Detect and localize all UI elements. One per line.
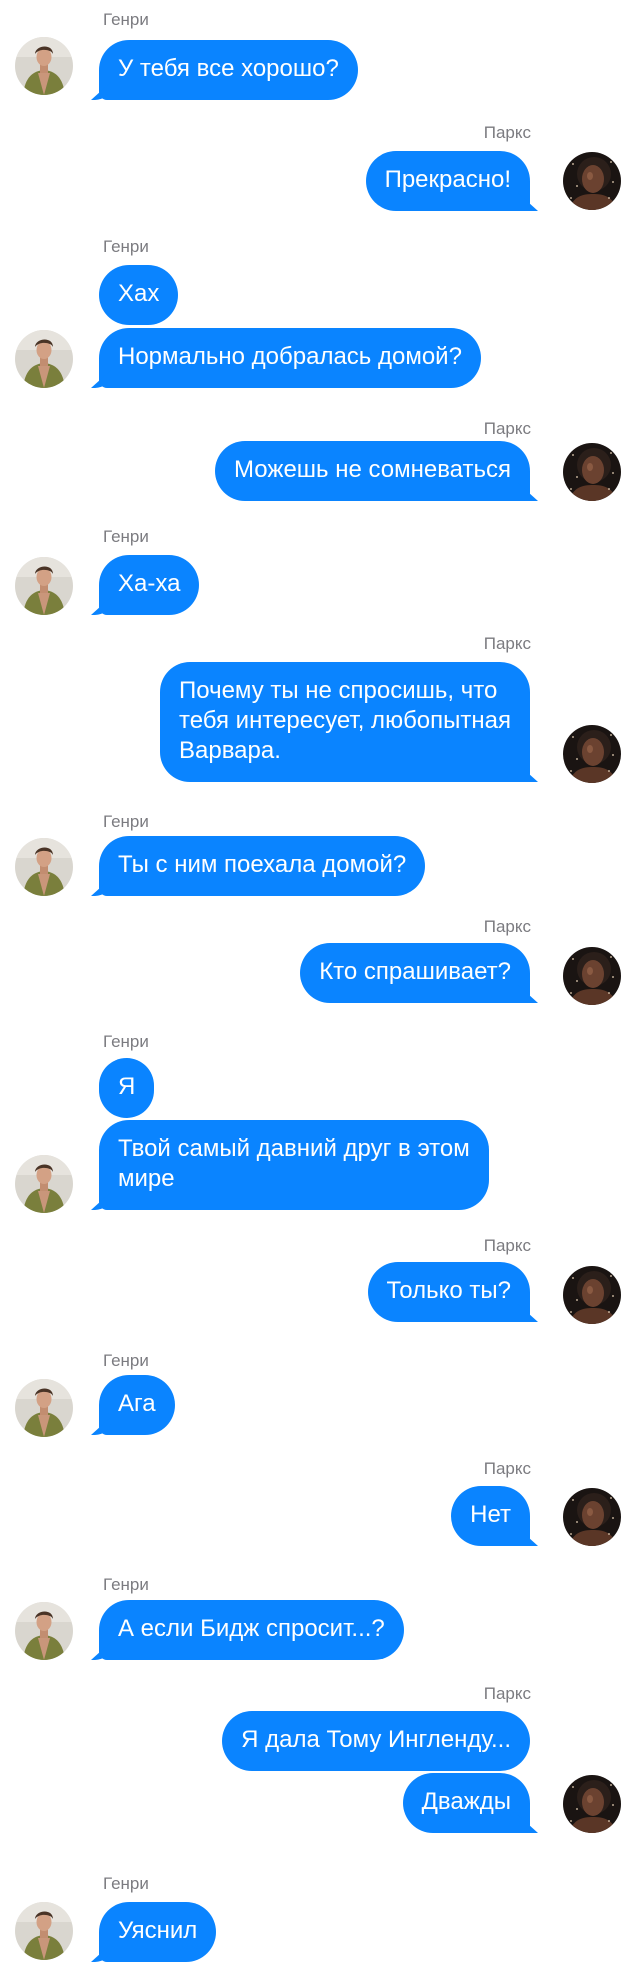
parks-avatar-icon[interactable]: [563, 1775, 621, 1833]
parks-avatar-icon[interactable]: [563, 443, 621, 501]
parks-avatar-icon[interactable]: [563, 725, 621, 783]
message-bubble[interactable]: У тебя все хорошо?: [99, 40, 358, 100]
message-bubble[interactable]: Твой самый давний друг в этом мире: [99, 1120, 489, 1210]
message-bubble[interactable]: Почему ты не спросишь, что тебя интересу…: [160, 662, 530, 782]
henry-avatar-icon[interactable]: [15, 557, 73, 615]
sender-name: Паркс: [483, 917, 531, 936]
sender-name: Паркс: [483, 419, 531, 438]
henry-avatar-icon[interactable]: [15, 1379, 73, 1437]
parks-avatar-icon[interactable]: [563, 152, 621, 210]
message-bubble[interactable]: Ты с ним поехала домой?: [99, 836, 426, 896]
sender-name: Генри: [103, 812, 149, 831]
message-bubble[interactable]: Кто спрашивает?: [300, 943, 530, 1003]
sender-name: Паркс: [483, 634, 531, 653]
henry-avatar-icon[interactable]: [15, 330, 73, 388]
sender-name: Паркс: [483, 1459, 531, 1478]
parks-avatar-icon[interactable]: [563, 947, 621, 1005]
message-bubble[interactable]: Ха-ха: [99, 555, 200, 615]
henry-avatar-icon[interactable]: [15, 1902, 73, 1960]
message-bubble[interactable]: Можешь не сомневаться: [215, 441, 530, 501]
chat-thread: Генри У тебя все хорошо? Паркс Прекрасно! Ге…: [0, 0, 641, 1980]
henry-avatar-icon[interactable]: [15, 37, 73, 95]
henry-avatar-icon[interactable]: [15, 1602, 73, 1660]
henry-avatar-icon[interactable]: [15, 838, 73, 896]
sender-name: Генри: [103, 10, 149, 29]
message-bubble[interactable]: Уяснил: [99, 1902, 217, 1962]
message-bubble[interactable]: Нет: [451, 1486, 530, 1546]
sender-name: Паркс: [483, 123, 531, 142]
message-bubble[interactable]: А если Бидж спросит...?: [99, 1600, 404, 1660]
henry-avatar-icon[interactable]: [15, 1155, 73, 1213]
message-bubble[interactable]: Прекрасно!: [365, 151, 530, 211]
sender-name: Генри: [103, 1032, 149, 1051]
message-bubble[interactable]: Дважды: [402, 1773, 530, 1833]
message-bubble[interactable]: Я дала Тому Ингленду...: [222, 1711, 530, 1771]
sender-name: Генри: [103, 527, 149, 546]
sender-name: Паркс: [483, 1684, 531, 1703]
sender-name: Паркс: [483, 1236, 531, 1255]
message-bubble[interactable]: Только ты?: [367, 1262, 530, 1322]
message-bubble[interactable]: Я: [99, 1058, 155, 1118]
parks-avatar-icon[interactable]: [563, 1266, 621, 1324]
sender-name: Генри: [103, 237, 149, 256]
message-bubble[interactable]: Хах: [99, 265, 179, 325]
sender-name: Генри: [103, 1575, 149, 1594]
message-bubble[interactable]: Нормально добралась домой?: [99, 328, 481, 388]
sender-name: Генри: [103, 1874, 149, 1893]
parks-avatar-icon[interactable]: [563, 1488, 621, 1546]
message-bubble[interactable]: Ага: [99, 1375, 175, 1435]
sender-name: Генри: [103, 1351, 149, 1370]
